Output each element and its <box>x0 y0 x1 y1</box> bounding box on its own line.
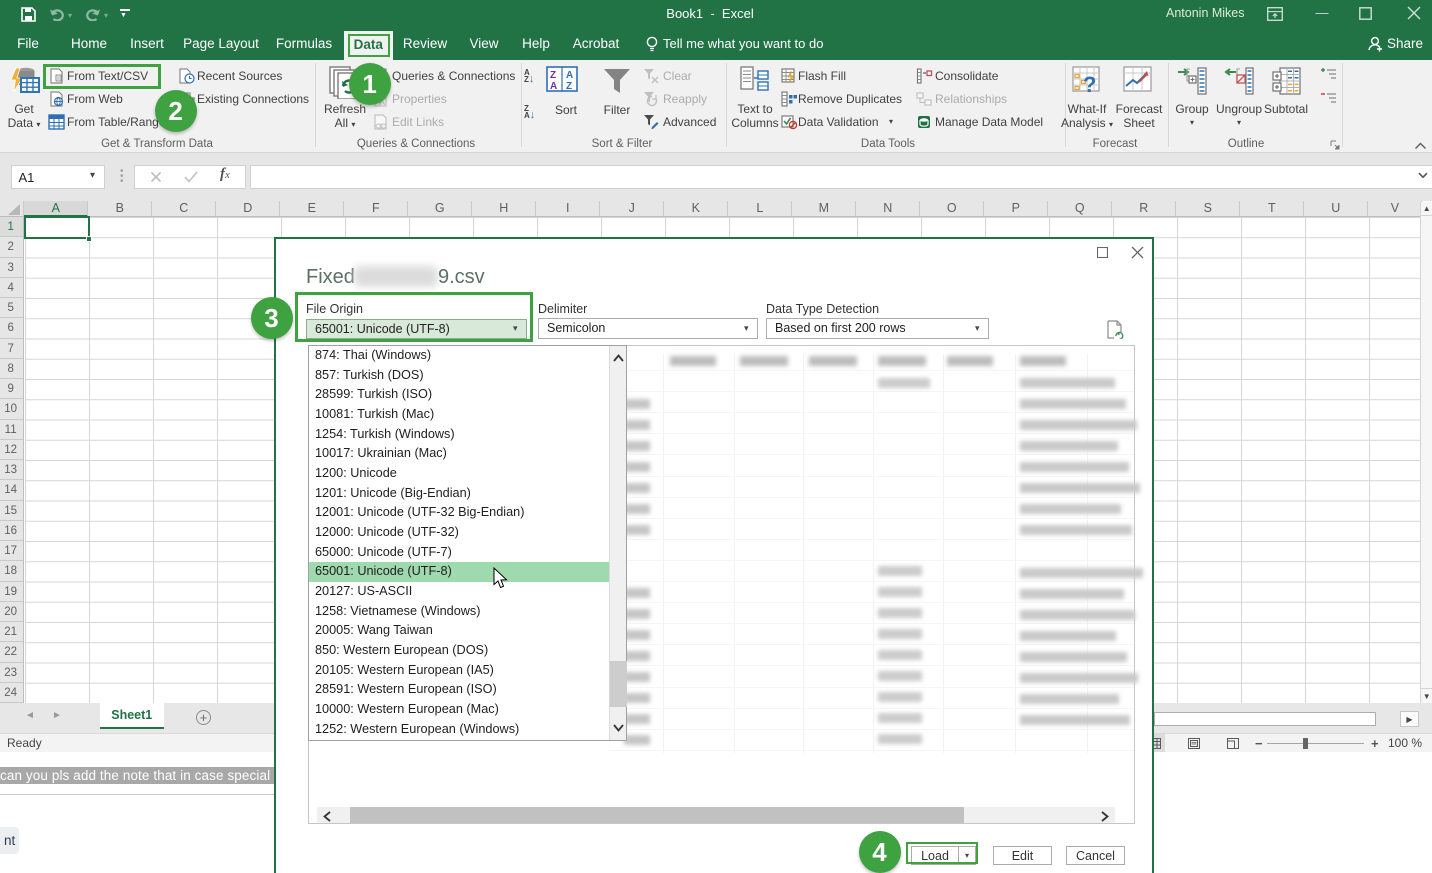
svg-text:?: ? <box>1083 72 1096 97</box>
svg-text:A: A <box>550 81 557 92</box>
svg-text:Z: Z <box>566 81 572 92</box>
svg-text:Z: Z <box>550 70 556 81</box>
svg-text:A: A <box>566 70 573 81</box>
